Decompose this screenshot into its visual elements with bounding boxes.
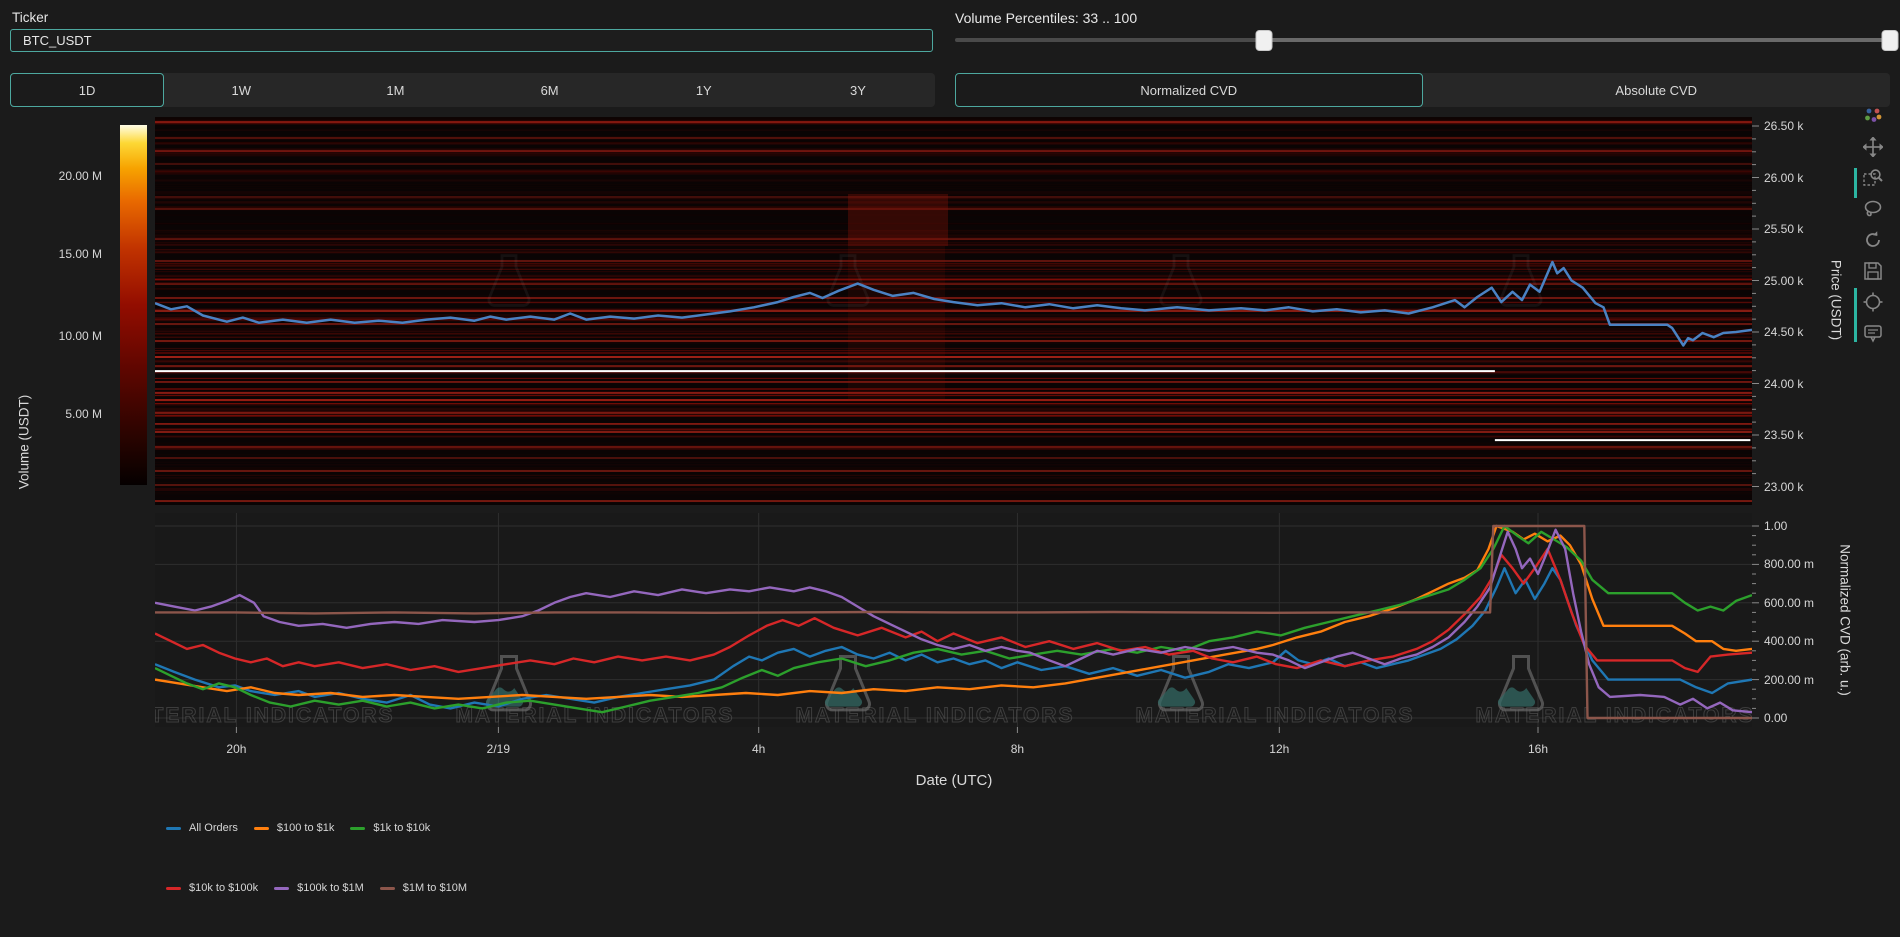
app-window: Ticker Volume Percentiles: 33 .. 100 1D1… — [0, 0, 1900, 937]
price-tick-label: 26.00 k — [1764, 170, 1804, 185]
price-tick-label: 23.00 k — [1764, 479, 1804, 494]
legend-swatch-icon — [274, 886, 290, 890]
price-tick-label: 24.00 k — [1764, 376, 1804, 391]
x-tick-label: 8h — [1010, 742, 1025, 756]
volume-tick-label: 20.00 M — [58, 169, 102, 183]
watermark-text: MATERIAL INDICATORS — [115, 704, 394, 727]
price-tick-label: 25.50 k — [1764, 222, 1804, 236]
modebar-active-indicator — [1854, 288, 1857, 342]
legend-swatch-icon — [166, 886, 181, 890]
watermark-text: MATERIAL INDICATORS — [795, 704, 1074, 727]
x-tick-label: 16h — [1527, 742, 1549, 756]
legend-label: All Orders — [189, 822, 238, 834]
save-image-icon[interactable] — [1863, 261, 1883, 281]
spikelines-icon[interactable] — [1863, 292, 1883, 312]
legend-item[interactable]: $100 to $1k — [253, 822, 335, 834]
box-zoom-icon[interactable] — [1863, 168, 1883, 188]
legend-item[interactable]: $10k to $100k — [166, 882, 258, 894]
volume-tick-label: 15.00 M — [58, 247, 102, 261]
legend-item[interactable]: $1k to $10k — [350, 822, 430, 834]
legend-swatch-icon — [350, 826, 366, 830]
cvd-tick-label: 1.00 — [1764, 519, 1788, 533]
legend-item[interactable]: All Orders — [166, 822, 238, 834]
legend-row: All Orders $100 to $1k $1k to $10k — [166, 822, 430, 834]
legend-row: $10k to $100k $100k to $1M $1M to $10M — [166, 882, 467, 894]
hover-mode-icon[interactable] — [1863, 323, 1883, 343]
watermark-text: MATERIAL INDICATORS — [1475, 704, 1754, 727]
x-tick-label: 20h — [226, 742, 247, 756]
plotly-logo-icon[interactable] — [1863, 106, 1883, 126]
reset-axes-icon[interactable] — [1863, 230, 1883, 250]
cvd-tick-label: 800.00 m — [1764, 557, 1815, 572]
legend-label: $1M to $10M — [402, 882, 467, 894]
watermark-text: MATERIAL INDICATORS — [1135, 704, 1414, 727]
legend-label: $10k to $100k — [189, 882, 259, 894]
pan-icon[interactable] — [1863, 137, 1883, 157]
price-tick-label: 26.50 k — [1764, 119, 1804, 133]
volume-tick-label: 5.00 M — [65, 407, 102, 421]
cvd-tick-label: 0.00 — [1764, 711, 1788, 725]
legend-item[interactable]: $1M to $10M — [379, 882, 467, 894]
legend-swatch-icon — [253, 826, 269, 830]
x-tick-label: 4h — [751, 742, 766, 756]
price-tick-label: 23.50 k — [1764, 428, 1804, 442]
legend-swatch-icon — [379, 886, 395, 890]
lasso-select-icon[interactable] — [1863, 199, 1883, 219]
modebar-active-indicator — [1854, 168, 1857, 198]
legend-label: $100k to $1M — [297, 882, 364, 894]
x-tick-label: 2/19 — [486, 742, 511, 756]
legend-swatch-icon — [166, 826, 181, 830]
cvd-tick-label: 200.00 m — [1764, 672, 1815, 687]
legend-label: $100 to $1k — [276, 822, 335, 834]
cvd-tick-label: 600.00 m — [1764, 595, 1815, 610]
legend-label: $1k to $10k — [373, 822, 431, 834]
cvd-tick-label: 400.00 m — [1764, 634, 1815, 649]
price-tick-label: 25.00 k — [1764, 273, 1804, 288]
volume-tick-label: 10.00 M — [58, 329, 102, 343]
legend-item[interactable]: $100k to $1M — [274, 882, 364, 894]
modebar — [1854, 106, 1886, 343]
price-tick-label: 24.50 k — [1764, 325, 1804, 339]
chart-canvas[interactable]: MATERIAL INDICATORS MATERIAL INDICATORS MA… — [0, 0, 1900, 937]
x-tick-label: 12h — [1269, 742, 1290, 756]
